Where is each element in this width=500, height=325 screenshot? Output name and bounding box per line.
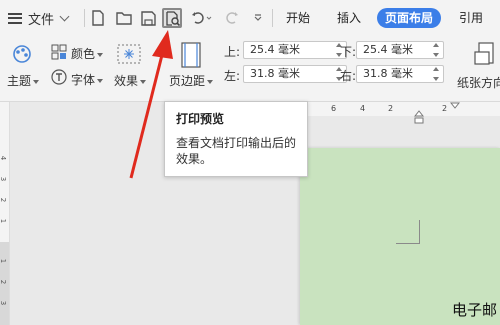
watermark-text: 电子邮 (452, 301, 498, 319)
red-arrow-annotation (129, 30, 173, 179)
